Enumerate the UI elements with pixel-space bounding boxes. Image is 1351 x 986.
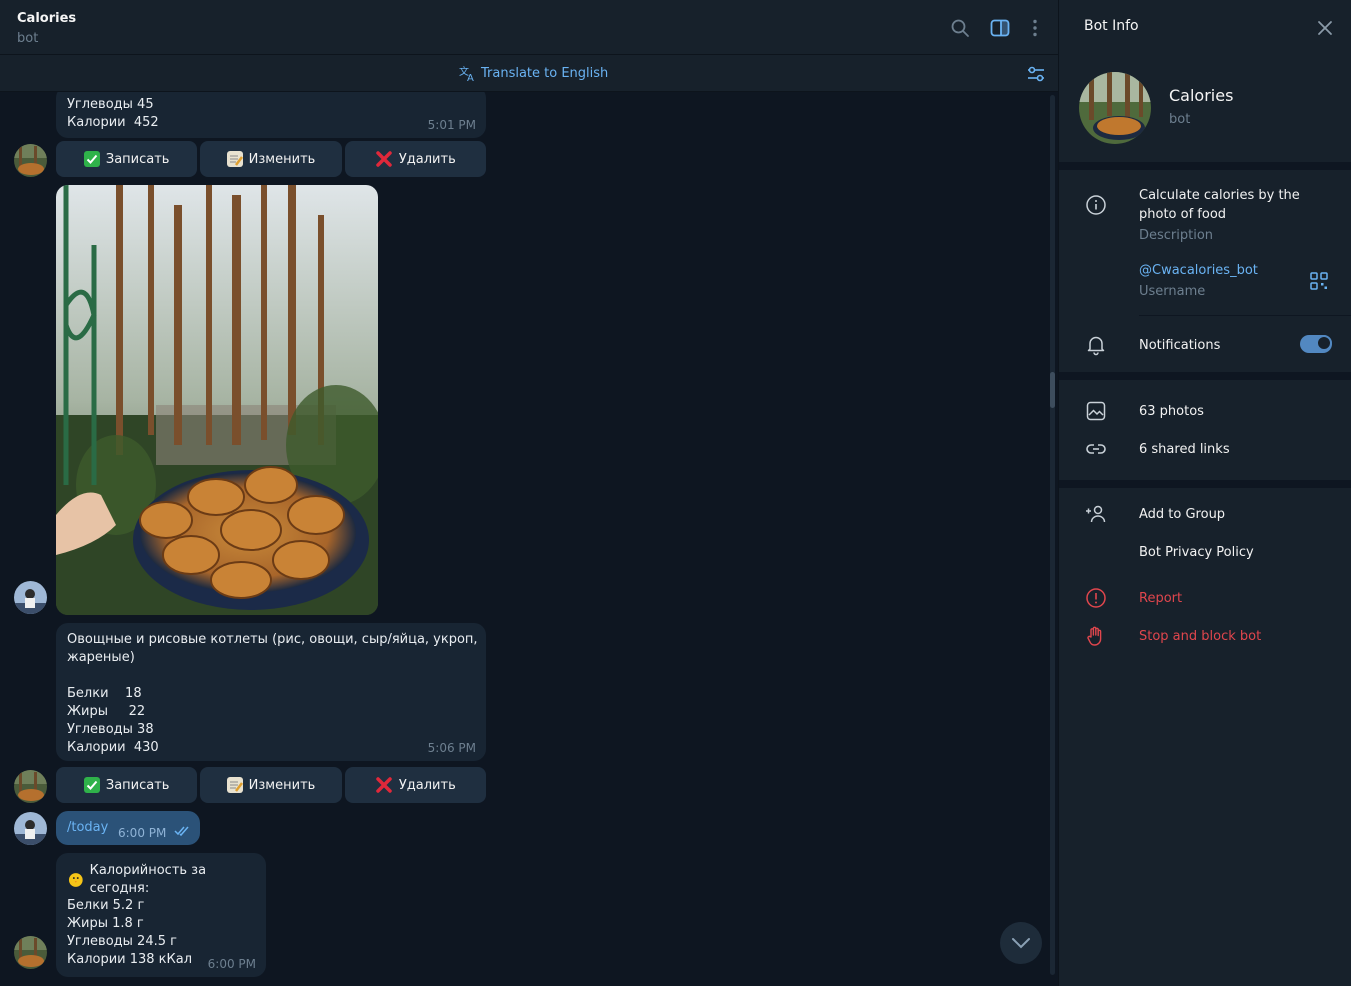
- add-user-icon: [1086, 505, 1106, 523]
- delete-label: Удалить: [398, 151, 456, 167]
- hand-stop-icon: [1087, 626, 1102, 646]
- scrollbar-track[interactable]: [1050, 95, 1055, 975]
- cross-icon: [376, 777, 392, 793]
- message-bubble[interactable]: Калорийность за сегодня: Белки 5.2 г Жир…: [56, 853, 266, 977]
- svg-text:A: A: [467, 73, 474, 82]
- message-text: Углеводы 45 Калории 452: [67, 97, 159, 130]
- check-icon: [83, 777, 100, 793]
- report-label: Report: [1139, 591, 1183, 606]
- inline-keyboard: Записать Изменить Удалить: [56, 767, 486, 803]
- scrollbar-thumb[interactable]: [1050, 372, 1055, 408]
- link-icon: [1086, 444, 1106, 454]
- telegram-window: Calories bot 文 A Translate to English Уг…: [0, 0, 1351, 986]
- bot-avatar[interactable]: [14, 144, 47, 177]
- row-divider: [1139, 315, 1351, 316]
- privacy-policy-label: Bot Privacy Policy: [1139, 545, 1254, 560]
- notifications-label: Notifications: [1139, 338, 1221, 353]
- report-icon: [1086, 588, 1106, 608]
- message-time: 6:00 PM: [118, 826, 167, 840]
- summary-title-row: Калорийность за сегодня:: [67, 862, 266, 898]
- links-count: 6 shared links: [1139, 442, 1230, 457]
- section-divider: [1059, 162, 1351, 170]
- delete-button[interactable]: Удалить: [344, 141, 486, 177]
- bot-avatar[interactable]: [14, 936, 47, 969]
- memo-icon: [226, 777, 243, 793]
- message-text: Белки 5.2 г Жиры 1.8 г Углеводы 24.5 г К…: [67, 898, 193, 967]
- bot-description: Calculate calories by the photo of food: [1139, 188, 1300, 222]
- inline-keyboard: Записать Изменить Удалить: [56, 141, 486, 177]
- message-bubble[interactable]: Овощные и рисовые котлеты (рис, овощи, с…: [56, 623, 486, 761]
- memo-icon: [226, 151, 243, 167]
- edit-button[interactable]: Изменить: [200, 767, 342, 803]
- bot-type-label: bot: [1169, 112, 1191, 127]
- section-divider: [1059, 372, 1351, 380]
- sidebar-toggle-icon[interactable]: [989, 17, 1011, 39]
- message-list[interactable]: Углеводы 45 Калории 452 5:01 PM Записать…: [0, 92, 1058, 986]
- chat-title: Calories: [17, 11, 77, 26]
- bot-name: Calories: [1169, 86, 1234, 105]
- chat-area: Calories bot 文 A Translate to English Уг…: [0, 0, 1058, 986]
- bot-username[interactable]: @Cwacalories_bot: [1139, 261, 1258, 280]
- message-time: 5:01 PM: [427, 118, 476, 132]
- username-label: Username: [1139, 284, 1206, 299]
- summary-title: Калорийность за сегодня:: [89, 863, 207, 896]
- translate-label: Translate to English: [481, 65, 609, 81]
- translate-settings-icon[interactable]: [1026, 64, 1046, 84]
- edit-label: Изменить: [248, 151, 316, 167]
- record-button[interactable]: Записать: [56, 767, 198, 803]
- food-photo[interactable]: [56, 185, 378, 615]
- edit-label: Изменить: [248, 777, 316, 793]
- record-label: Записать: [105, 777, 170, 793]
- more-menu-icon[interactable]: [1024, 17, 1046, 39]
- user-avatar[interactable]: [14, 581, 47, 614]
- record-button[interactable]: Записать: [56, 141, 198, 177]
- add-to-group-label: Add to Group: [1139, 507, 1226, 522]
- close-icon[interactable]: [1315, 18, 1335, 38]
- message-bubble[interactable]: Углеводы 45 Калории 452 5:01 PM: [56, 92, 486, 138]
- bot-info-panel: Bot Info Calories bot Calculate calories…: [1058, 0, 1351, 986]
- translate-icon: 文 A: [459, 65, 474, 82]
- bot-avatar[interactable]: [14, 770, 47, 803]
- outgoing-message-bubble[interactable]: /today 6:00 PM: [56, 811, 200, 845]
- user-avatar[interactable]: [14, 812, 47, 845]
- chick-icon: [68, 873, 83, 887]
- photo-icon: [1086, 401, 1106, 421]
- delete-button[interactable]: Удалить: [344, 767, 486, 803]
- translate-button[interactable]: 文 A Translate to English: [459, 64, 608, 82]
- chevron-down-icon: [1012, 938, 1030, 949]
- qr-code-icon[interactable]: [1310, 272, 1328, 290]
- cross-icon: [376, 151, 392, 167]
- bell-icon: [1087, 336, 1105, 356]
- info-icon: [1086, 195, 1106, 215]
- message-text: Овощные и рисовые котлеты (рис, овощи, с…: [67, 632, 478, 755]
- delete-label: Удалить: [398, 777, 456, 793]
- chat-header[interactable]: Calories bot: [0, 0, 1058, 55]
- message-time: 5:06 PM: [427, 741, 476, 755]
- translate-bar: 文 A Translate to English: [0, 55, 1058, 92]
- scroll-to-bottom-button[interactable]: [1000, 922, 1042, 964]
- chat-subtitle: bot: [17, 31, 39, 46]
- record-label: Записать: [105, 151, 170, 167]
- read-double-check-icon: [174, 826, 189, 837]
- message-time: 6:00 PM: [207, 957, 256, 971]
- check-icon: [83, 151, 100, 167]
- command-link[interactable]: /today: [67, 819, 108, 837]
- search-icon[interactable]: [949, 17, 971, 39]
- notifications-toggle[interactable]: [1300, 335, 1332, 353]
- edit-button[interactable]: Изменить: [200, 141, 342, 177]
- panel-title: Bot Info: [1084, 18, 1139, 34]
- photos-count: 63 photos: [1139, 404, 1204, 419]
- stop-block-label: Stop and block bot: [1139, 629, 1262, 644]
- section-divider: [1059, 480, 1351, 488]
- bot-profile-photo[interactable]: [1079, 72, 1151, 144]
- description-label: Description: [1139, 228, 1214, 243]
